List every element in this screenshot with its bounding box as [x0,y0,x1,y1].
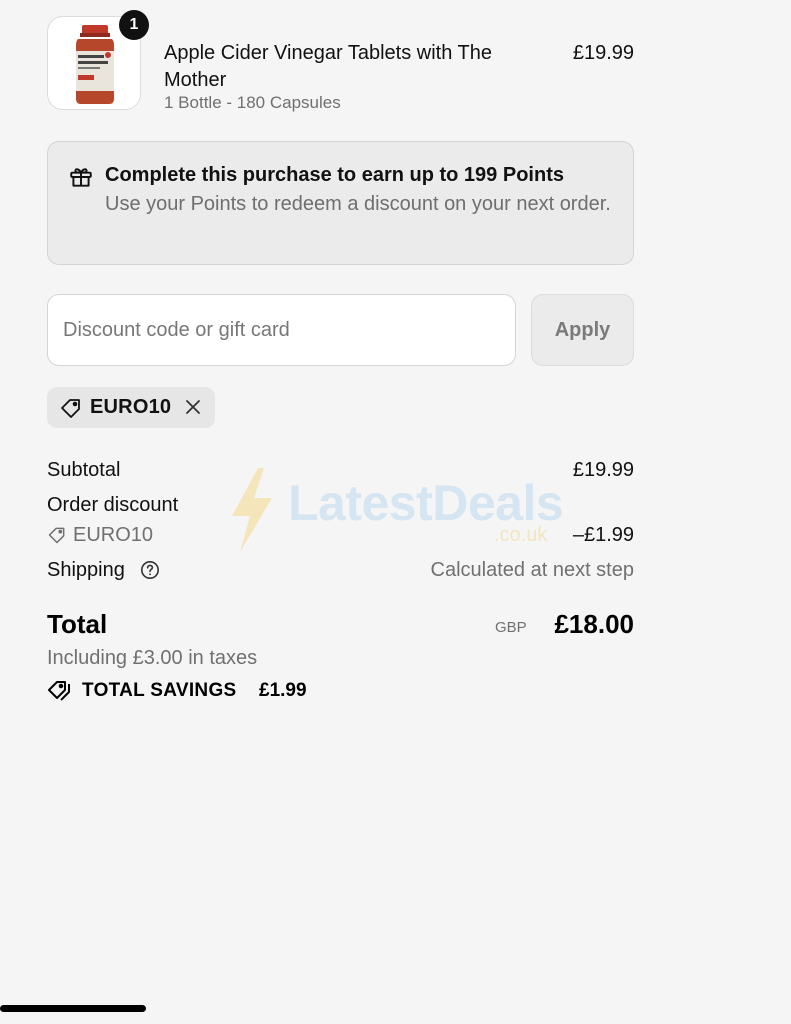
total-label: Total [47,609,108,639]
order-discount-label: Order discount [47,494,179,516]
watermark-domain: .co.uk [494,524,548,546]
total-savings-value: £1.99 [259,680,307,701]
home-indicator [0,1005,146,1012]
tag-icon [48,527,65,544]
apply-button[interactable]: Apply [531,294,634,366]
product-name: Apple Cider Vinegar Tablets with The Mot… [164,42,492,91]
total-value: £18.00 [554,609,634,639]
product-bottle-image [76,25,114,104]
shipping-label: Shipping [47,559,125,581]
tag-icon [61,399,80,418]
quantity-badge: 1 [119,10,149,40]
cart-line-item: 1 Apple Cider Vinegar Tablets with The M… [47,10,634,112]
gift-icon [70,168,92,187]
lightning-bolt-icon [232,468,272,552]
product-variant: 1 Bottle - 180 Capsules [164,93,341,112]
tax-note: Including £3.00 in taxes [47,647,258,669]
close-icon[interactable] [183,397,203,417]
watermark: LatestDeals .co.uk [226,466,576,556]
points-subtitle: Use your Points to redeem a discount on … [105,193,611,215]
order-discount-value: –£1.99 [572,524,634,546]
total-currency: GBP [495,619,527,636]
product-price: £19.99 [572,42,634,64]
subtotal-value: £19.99 [572,459,634,481]
points-banner: Complete this purchase to earn up to 199… [47,141,634,265]
order-discount-code-label: EURO10 [73,524,154,546]
applied-discount-chip: EURO10 [47,387,215,428]
shipping-value: Calculated at next step [430,559,634,581]
subtotal-label: Subtotal [47,459,121,481]
discount-code-input[interactable] [47,294,516,366]
applied-code-label: EURO10 [90,396,172,418]
points-title: Complete this purchase to earn up to 199… [105,164,564,186]
watermark-text: LatestDeals [288,475,564,531]
help-circle-icon[interactable] [140,560,160,580]
tags-icon [48,681,70,701]
total-savings-label: TOTAL SAVINGS [82,680,237,701]
